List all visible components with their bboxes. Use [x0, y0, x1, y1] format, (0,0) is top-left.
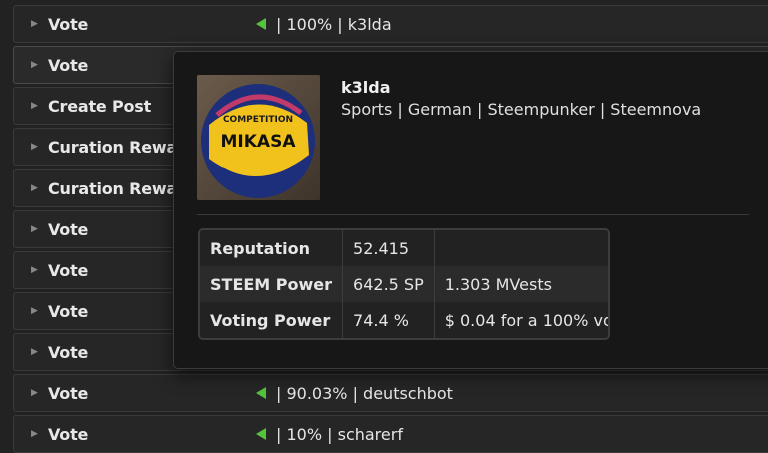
stat-value-secondary: $ 0.04 for a 100% vote	[434, 302, 608, 338]
activity-type: Vote	[48, 14, 89, 34]
expand-caret-icon[interactable]: ▶	[31, 142, 38, 152]
activity-row[interactable]: ▶ Vote | 100% | k3lda	[13, 5, 768, 43]
activity-detail-text: | 90.03% | deutschbot	[276, 383, 453, 403]
stat-label: Reputation	[200, 230, 344, 266]
profile-username[interactable]: k3lda	[341, 78, 391, 97]
activity-type: Vote	[48, 424, 89, 444]
expand-caret-icon[interactable]: ▶	[31, 101, 38, 111]
expand-caret-icon[interactable]: ▶	[31, 347, 38, 357]
activity-detail: | 100% | k3lda	[256, 15, 392, 34]
upvote-arrow-icon	[256, 428, 266, 440]
expand-caret-icon[interactable]: ▶	[31, 429, 38, 439]
expand-caret-icon[interactable]: ▶	[31, 388, 38, 398]
activity-type: Vote	[48, 260, 89, 280]
activity-detail-text: | 10% | scharerf	[276, 424, 403, 444]
activity-type: Vote	[48, 219, 89, 239]
activity-detail-text: | 100% | k3lda	[276, 14, 392, 34]
stat-value: 74.4 %	[342, 302, 435, 338]
profile-tags: Sports | German | Steempunker | Steemnov…	[341, 100, 702, 119]
activity-type: Vote	[48, 342, 89, 362]
activity-type: Create Post	[48, 96, 152, 116]
activity-type: Vote	[48, 55, 89, 75]
activity-detail: | 90.03% | deutschbot	[256, 384, 453, 403]
expand-caret-icon[interactable]: ▶	[31, 60, 38, 70]
activity-detail: | 10% | scharerf	[256, 425, 403, 444]
expand-caret-icon[interactable]: ▶	[31, 19, 38, 29]
stat-label: Voting Power	[200, 302, 344, 338]
upvote-arrow-icon	[256, 387, 266, 399]
activity-type: Vote	[48, 301, 89, 321]
stat-row-steem-power: STEEM Power 642.5 SP 1.303 MVests	[200, 266, 608, 302]
stat-row-reputation: Reputation 52.415	[200, 230, 608, 266]
upvote-arrow-icon	[256, 18, 266, 30]
expand-caret-icon[interactable]: ▶	[31, 224, 38, 234]
activity-type: Vote	[48, 383, 89, 403]
svg-text:COMPETITION: COMPETITION	[223, 115, 293, 125]
expand-caret-icon[interactable]: ▶	[31, 265, 38, 275]
stat-row-voting-power: Voting Power 74.4 % $ 0.04 for a 100% vo…	[200, 302, 608, 338]
activity-row[interactable]: ▶ Vote | 90.03% | deutschbot	[13, 374, 768, 412]
expand-caret-icon[interactable]: ▶	[31, 306, 38, 316]
activity-row[interactable]: ▶ Vote | 10% | scharerf	[13, 415, 768, 453]
stat-value-secondary	[434, 230, 608, 266]
stat-label: STEEM Power	[200, 266, 344, 302]
expand-caret-icon[interactable]: ▶	[31, 183, 38, 193]
stat-value: 52.415	[342, 230, 435, 266]
divider	[197, 214, 749, 215]
avatar[interactable]: COMPETITION MIKASA	[197, 75, 320, 200]
user-profile-popup: COMPETITION MIKASA k3lda Sports | German…	[173, 51, 768, 369]
profile-stats-table: Reputation 52.415 STEEM Power 642.5 SP 1…	[198, 228, 610, 340]
stat-value-secondary: 1.303 MVests	[434, 266, 608, 302]
svg-text:MIKASA: MIKASA	[221, 132, 297, 152]
avatar-ball-image: COMPETITION MIKASA	[197, 75, 320, 200]
stat-value: 642.5 SP	[342, 266, 435, 302]
